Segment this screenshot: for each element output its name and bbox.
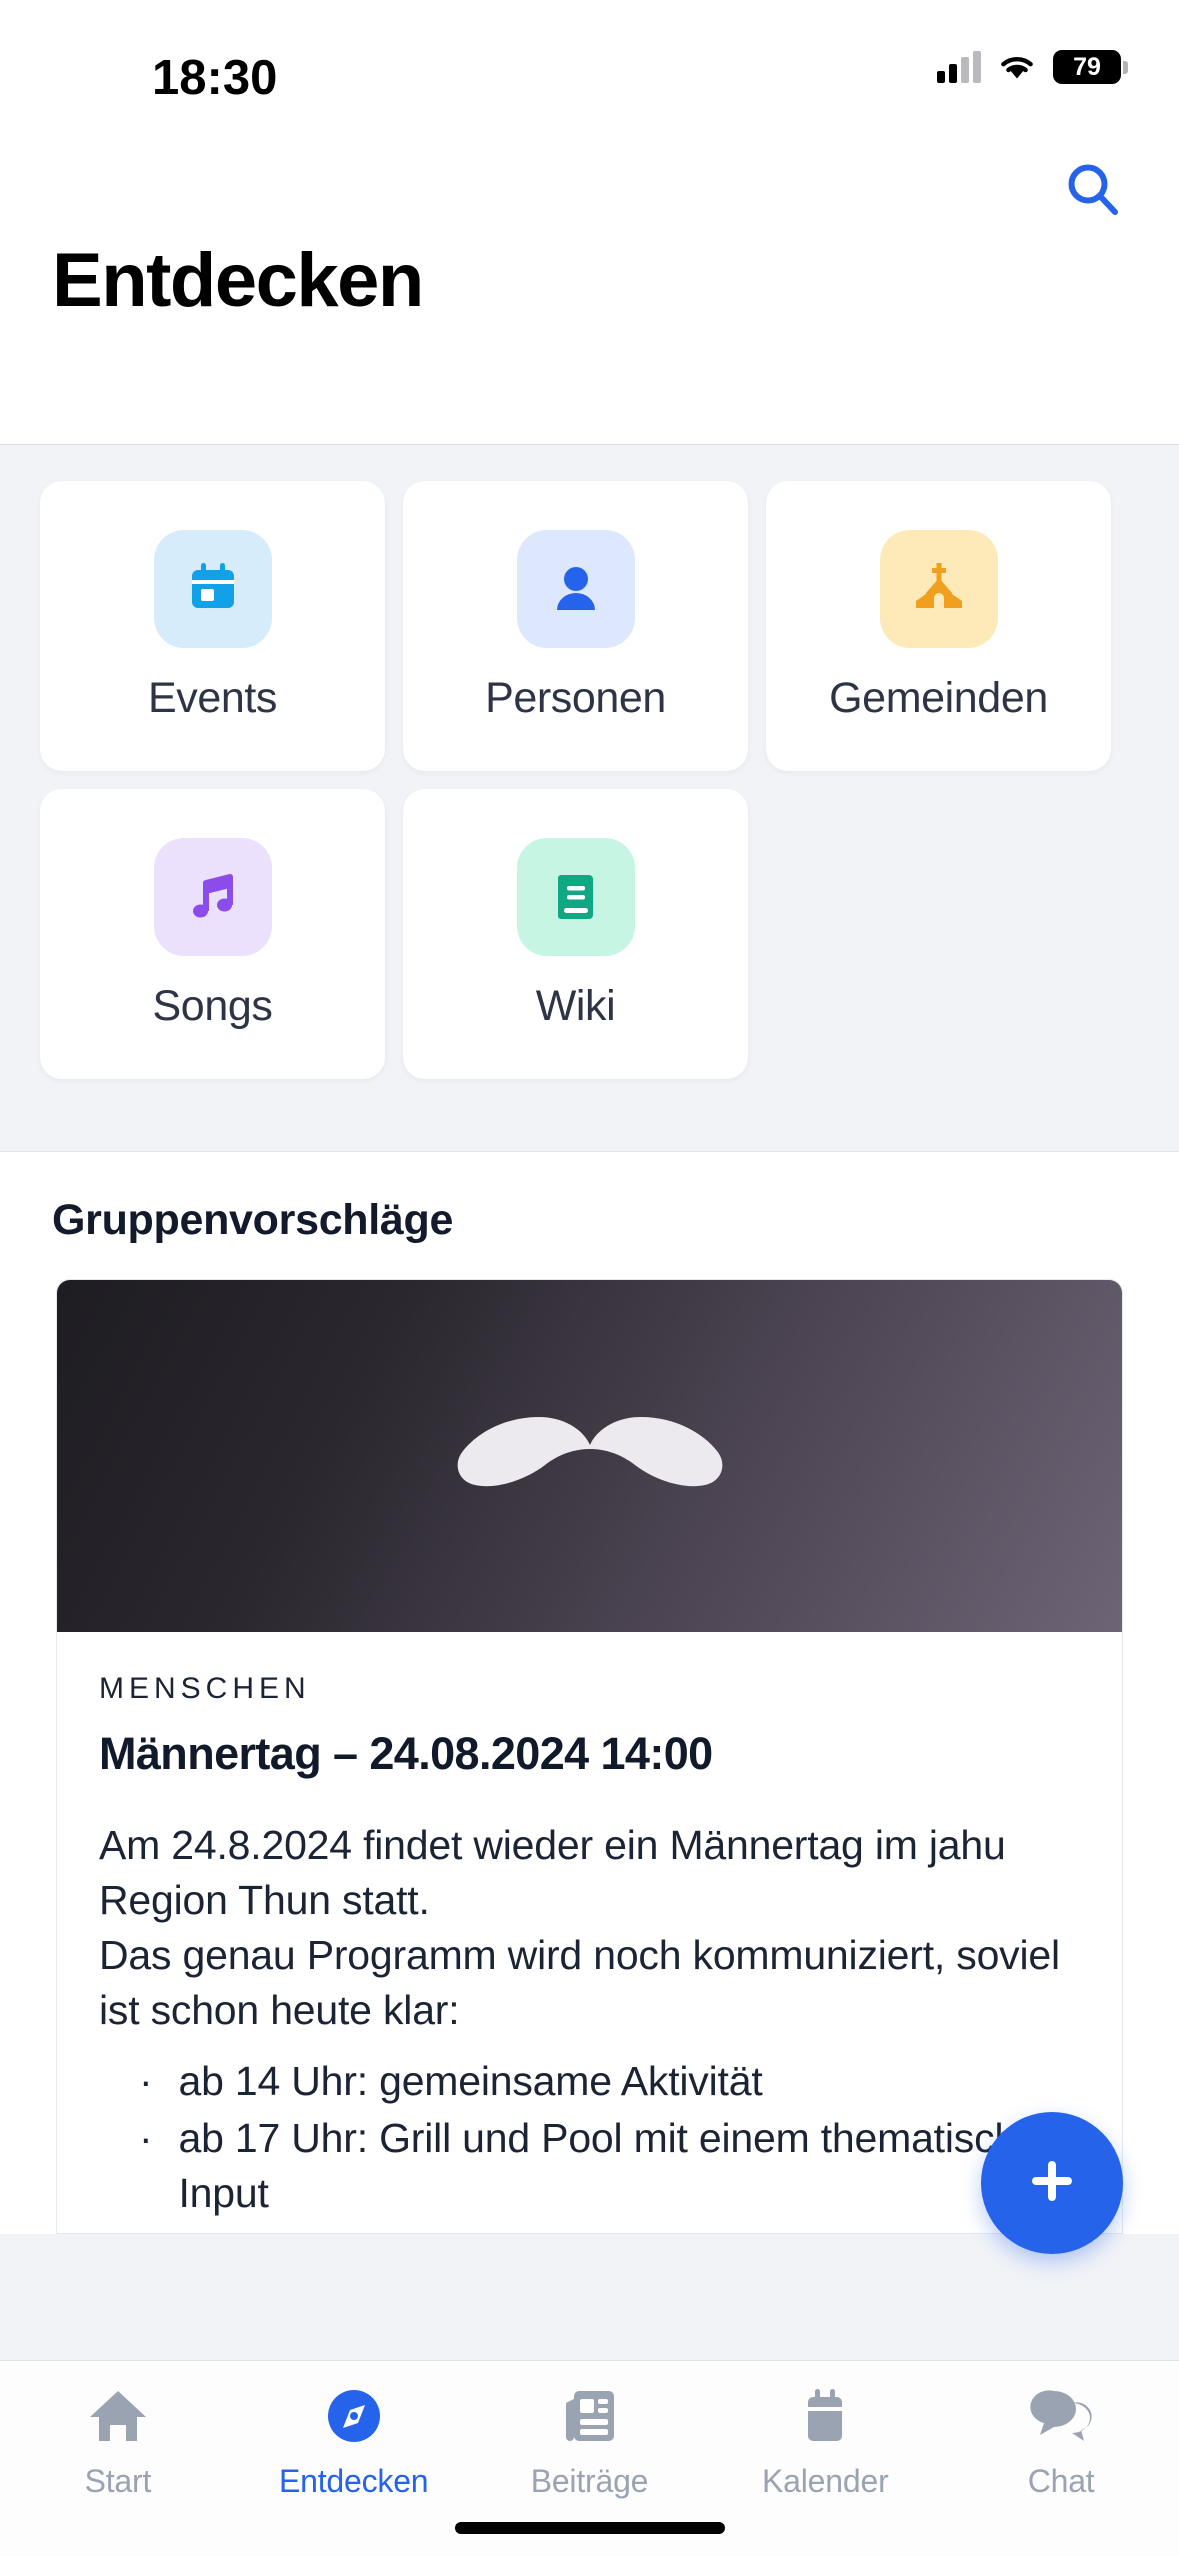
compass-icon: [323, 2383, 385, 2449]
music-note-icon: [153, 837, 272, 956]
cellular-signal-icon: [937, 51, 981, 83]
list-item: · ab 17 Uhr: Grill und Pool mit einem th…: [99, 2111, 1080, 2221]
page-title: Entdecken: [52, 238, 424, 323]
home-icon: [87, 2383, 149, 2449]
tile-wiki[interactable]: Wiki: [403, 789, 748, 1079]
wifi-icon: [997, 52, 1037, 82]
church-icon: [879, 529, 998, 648]
tile-gemeinden[interactable]: Gemeinden: [766, 481, 1111, 771]
tab-label: Beiträge: [530, 2463, 649, 2499]
calendar-icon: [794, 2383, 856, 2449]
tile-label: Personen: [485, 673, 666, 722]
search-button[interactable]: [1055, 153, 1131, 229]
tile-label: Songs: [152, 981, 273, 1030]
card-paragraph-1: Am 24.8.2024 findet wieder ein Männertag…: [99, 1822, 1006, 1923]
status-bar: 18:30 79: [0, 0, 1179, 125]
card-body: MENSCHEN Männertag – 24.08.2024 14:00 Am…: [57, 1632, 1122, 2233]
newspaper-icon: [558, 2383, 620, 2449]
suggestion-card[interactable]: MENSCHEN Männertag – 24.08.2024 14:00 Am…: [56, 1279, 1123, 2234]
group-suggestions-section: Gruppenvorschläge MENSCHEN Männertag – 2…: [0, 1151, 1179, 2234]
status-bar-indicators: 79: [937, 50, 1128, 84]
tab-chat[interactable]: Chat: [943, 2383, 1179, 2500]
status-bar-time: 18:30: [152, 51, 278, 105]
battery-level-text: 79: [1073, 52, 1101, 81]
tile-events[interactable]: Events: [40, 481, 385, 771]
tab-beitraege[interactable]: Beiträge: [472, 2383, 708, 2500]
list-item: · ab 14 Uhr: gemeinsame Aktivität: [99, 2054, 1080, 2109]
person-icon: [516, 529, 635, 648]
plus-icon: [1020, 2149, 1084, 2218]
category-grid-section: Events Personen Gemeinden Songs Wiki: [0, 445, 1179, 1123]
section-title: Gruppenvorschläge: [52, 1196, 454, 1244]
tile-label: Wiki: [535, 981, 616, 1030]
tile-label: Gemeinden: [829, 673, 1048, 722]
card-heading: Männertag – 24.08.2024 14:00: [99, 1728, 713, 1779]
search-icon: [1061, 157, 1125, 226]
list-item-text: ab 17 Uhr: Grill und Pool mit einem them…: [178, 2114, 1063, 2216]
tab-label: Chat: [1027, 2463, 1095, 2499]
tab-label: Entdecken: [278, 2463, 429, 2499]
card-paragraph-2: Das genau Programm wird noch kommunizier…: [99, 1931, 1060, 2033]
chat-bubbles-icon: [1028, 2383, 1094, 2449]
scroll-content[interactable]: Events Personen Gemeinden Songs Wiki Gru…: [0, 445, 1179, 2360]
tab-label: Kalender: [762, 2463, 889, 2499]
tab-entdecken[interactable]: Entdecken: [236, 2383, 472, 2500]
bullet-marker: ·: [139, 2057, 153, 2104]
calendar-icon: [153, 529, 272, 648]
add-button[interactable]: [981, 2112, 1123, 2254]
app-screen: 18:30 79 Entdecken Events Personen Gemei…: [0, 0, 1179, 2556]
tile-songs[interactable]: Songs: [40, 789, 385, 1079]
tile-personen[interactable]: Personen: [403, 481, 748, 771]
book-icon: [516, 837, 635, 956]
card-kicker: MENSCHEN: [99, 1672, 311, 1705]
card-bullet-list: · ab 14 Uhr: gemeinsame Aktivität · ab 1…: [99, 2054, 1080, 2221]
battery-icon: 79: [1053, 50, 1128, 84]
tile-label: Events: [147, 673, 278, 722]
category-grid: Events Personen Gemeinden Songs Wiki: [40, 481, 1139, 1079]
home-indicator: [454, 2522, 725, 2534]
navigation-bar: Entdecken: [0, 125, 1179, 445]
moustache-icon: [435, 1399, 745, 1514]
card-hero-image: [57, 1280, 1122, 1632]
tab-label: Start: [84, 2463, 152, 2499]
list-item-text: ab 14 Uhr: gemeinsame Aktivität: [178, 2057, 763, 2104]
bullet-marker: ·: [139, 2114, 153, 2161]
tab-start[interactable]: Start: [0, 2383, 236, 2500]
tab-kalender[interactable]: Kalender: [707, 2383, 943, 2500]
